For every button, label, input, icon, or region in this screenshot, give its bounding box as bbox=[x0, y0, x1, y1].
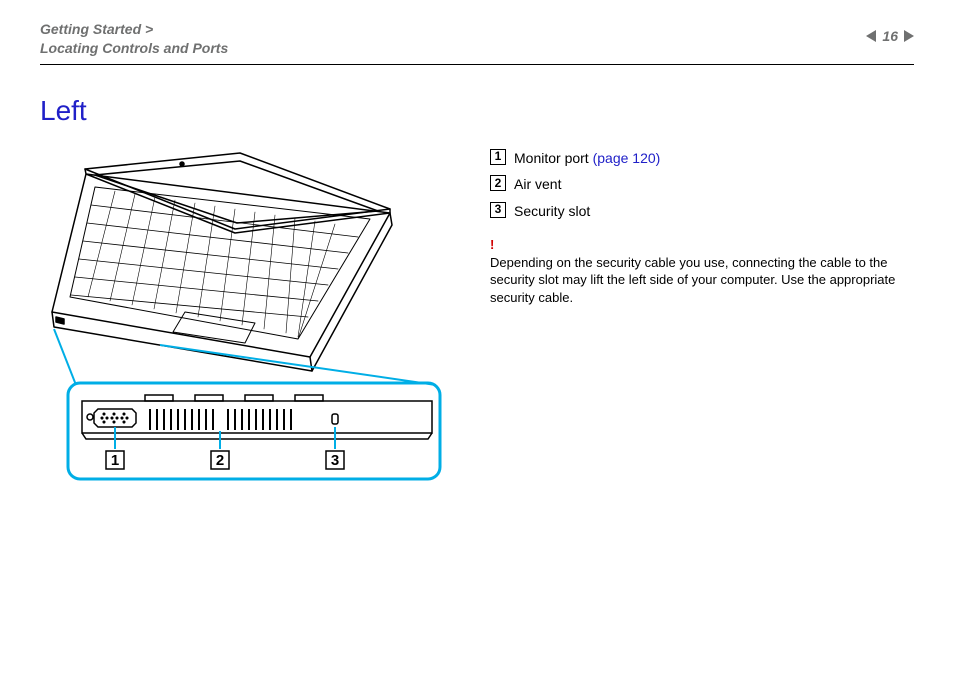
legend-item: 1 Monitor port (page 120) bbox=[490, 147, 914, 169]
breadcrumb-line-2: Locating Controls and Ports bbox=[40, 40, 228, 56]
legend-text: Air vent bbox=[514, 173, 561, 195]
content-area: 1 2 3 1 Monitor port (page 120) 2 bbox=[40, 147, 914, 487]
legend-text: Security slot bbox=[514, 200, 590, 222]
prev-page-arrow-icon[interactable] bbox=[866, 30, 876, 42]
legend-num-icon: 3 bbox=[490, 202, 506, 218]
page-navigation: 16 bbox=[866, 20, 914, 44]
page-header: Getting Started > Locating Controls and … bbox=[40, 20, 914, 65]
legend: 1 Monitor port (page 120) 2 Air vent 3 S… bbox=[490, 147, 914, 487]
laptop-svg: 1 2 3 bbox=[40, 147, 460, 487]
breadcrumb: Getting Started > Locating Controls and … bbox=[40, 20, 228, 58]
page-number: 16 bbox=[882, 28, 898, 44]
page-reference-link[interactable]: (page 120) bbox=[593, 150, 661, 166]
legend-item: 3 Security slot bbox=[490, 200, 914, 222]
breadcrumb-line-1: Getting Started > bbox=[40, 21, 153, 37]
callout-1-label: 1 bbox=[111, 452, 119, 469]
warning-text: Depending on the security cable you use,… bbox=[490, 255, 895, 305]
legend-text: Monitor port bbox=[514, 150, 589, 166]
laptop-illustration: 1 2 3 bbox=[40, 147, 460, 487]
legend-item: 2 Air vent bbox=[490, 173, 914, 195]
legend-num-icon: 2 bbox=[490, 175, 506, 191]
warning-note: ! Depending on the security cable you us… bbox=[490, 236, 914, 306]
callout-3-label: 3 bbox=[331, 452, 339, 469]
document-page: Getting Started > Locating Controls and … bbox=[0, 0, 954, 674]
callout-2-label: 2 bbox=[216, 452, 224, 469]
next-page-arrow-icon[interactable] bbox=[904, 30, 914, 42]
warning-icon: ! bbox=[490, 236, 914, 254]
legend-num-icon: 1 bbox=[490, 149, 506, 165]
page-title: Left bbox=[40, 95, 914, 127]
